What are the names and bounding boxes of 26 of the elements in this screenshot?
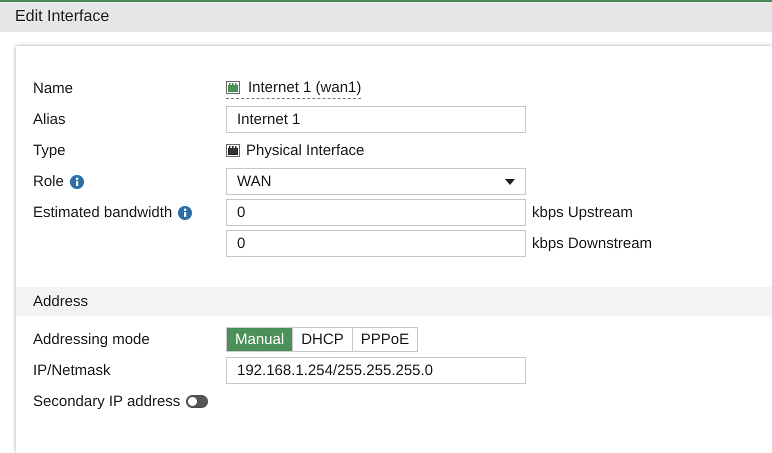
field-label: Estimated bandwidth (33, 204, 172, 221)
page-title: Edit Interface (15, 8, 110, 26)
role-dropdown[interactable]: WAN (226, 168, 526, 195)
caret-icon (505, 178, 515, 184)
field-label: Type (33, 142, 66, 159)
info-icon (70, 174, 84, 188)
type-value: Physical Interface (246, 142, 364, 159)
field-label: Secondary IP address (33, 393, 180, 410)
unit-label: kbps Upstream (532, 204, 633, 221)
ip-netmask-field[interactable]: 192.168.1.254/255.255.255.0 (226, 357, 526, 384)
field-label: Name (33, 80, 74, 97)
upstream-field[interactable]: 0 (226, 199, 526, 226)
field-label: IP/Netmask (33, 362, 111, 379)
section-title: Address (33, 293, 88, 310)
field-label: Addressing mode (33, 331, 150, 348)
field-label: Role (33, 173, 64, 190)
info-icon (178, 206, 192, 220)
downstream-field[interactable]: 0 (226, 230, 526, 257)
alias-field[interactable]: Internet 1 (226, 106, 526, 133)
port-icon (226, 80, 240, 94)
unit-label: kbps Downstream (532, 235, 652, 252)
field-label: Alias (33, 111, 66, 128)
toggle-switch[interactable] (186, 395, 208, 408)
mode-option[interactable]: Manual (227, 328, 292, 351)
interface-name-link[interactable]: Internet 1 (wan1) (226, 78, 362, 98)
port-icon (226, 144, 240, 157)
